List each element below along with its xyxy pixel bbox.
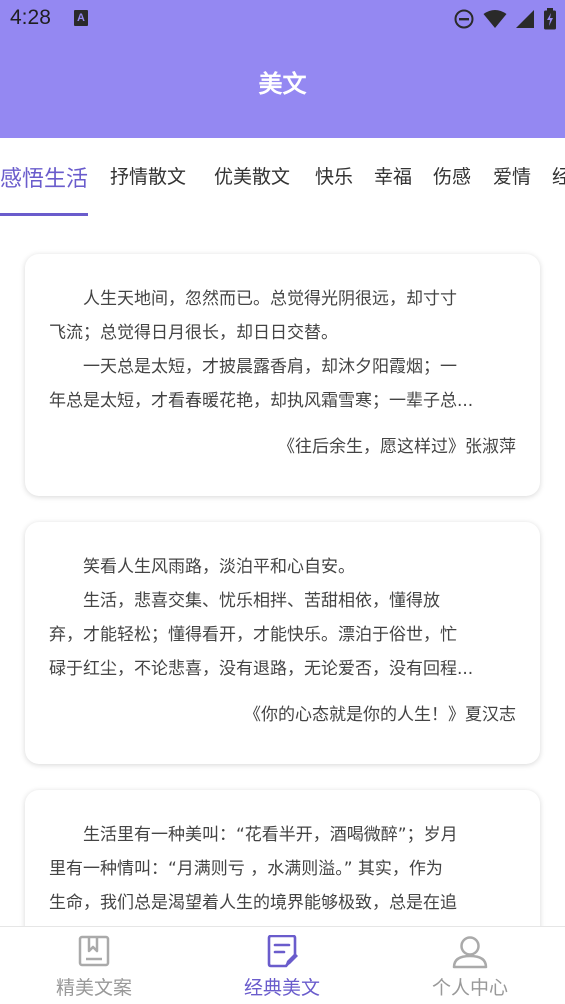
bottom-nav: 精美文案 经典美文 个人中心	[0, 926, 565, 1004]
status-time: 4:28	[10, 6, 51, 29]
bookmark-book-icon	[78, 935, 110, 967]
article-list[interactable]: 人生天地间，忽然而已。总觉得光阴很远，却寸寸 飞流；总觉得日月很长，却日日交替。…	[0, 218, 565, 926]
nav-item-jingmei-wenan[interactable]: 精美文案	[0, 927, 188, 1004]
card-text-line: 生活里有一种美叫：“花看半开，酒喝微醉”；岁月	[83, 825, 458, 845]
status-icons	[453, 6, 557, 32]
battery-charging-icon	[544, 8, 556, 30]
status-bar: 4:28 A	[0, 0, 565, 38]
cell-signal-icon	[516, 10, 534, 28]
wifi-icon	[483, 10, 507, 28]
page-title: 美文	[258, 70, 307, 98]
nav-item-jingdian-meiwen[interactable]: 经典美文	[188, 927, 376, 1004]
card-text-line: 生活，悲喜交集、忧乐相拌、苦甜相依，懂得放	[83, 591, 440, 611]
nav-item-geren-zhongxin[interactable]: 个人中心	[376, 927, 564, 1004]
article-edit-icon	[267, 935, 298, 968]
card-source: 《你的心态就是你的人生！》夏汉志	[244, 705, 516, 725]
card-text-line: 人生天地间，忽然而已。总觉得光阴很远，却寸寸	[83, 289, 457, 309]
app-header: 4:28 A 美文	[0, 0, 565, 138]
notification-a-icon: A	[74, 10, 88, 26]
tab-xingfu[interactable]: 幸福	[374, 162, 412, 189]
card-text-line: 飞流；总觉得日月很长，却日日交替。	[49, 323, 338, 343]
card-text-line: 一天总是太短，才披晨露香肩，却沐夕阳霞烟；一	[83, 357, 457, 377]
nav-label: 个人中心	[431, 977, 508, 999]
article-card[interactable]: 生活里有一种美叫：“花看半开，酒喝微醉”；岁月 里有一种情叫：“月满则亏 ，水满…	[25, 790, 540, 926]
card-source: 《往后余生，愿这样过》张淑萍	[278, 437, 516, 457]
article-card[interactable]: 笑看人生风雨路，淡泊平和心自安。 生活，悲喜交集、忧乐相拌、苦甜相依，懂得放 弃…	[25, 522, 540, 764]
card-text-line: 年总是太短，才看春暖花艳，却执风霜雪寒；一辈子总...	[49, 391, 474, 411]
tab-ganwu-shenghuo[interactable]: 感悟生活	[0, 161, 88, 193]
tab-shanggan[interactable]: 伤感	[433, 162, 471, 189]
card-text-line: 生命，我们总是渴望着人生的境界能够极致，总是在追	[49, 893, 457, 913]
tab-shuqing-sanwen[interactable]: 抒情散文	[110, 162, 186, 189]
card-text-line: 笑看人生风雨路，淡泊平和心自安。	[83, 557, 355, 577]
nav-label: 精美文案	[55, 977, 132, 999]
active-tab-indicator	[0, 213, 88, 216]
do-not-disturb-icon	[454, 9, 474, 29]
card-text-line: 碌于红尘，不论悲喜，没有退路，无论爱否，没有回程...	[49, 659, 474, 679]
tab-kuaile[interactable]: 快乐	[315, 162, 353, 189]
category-tabs[interactable]: 感悟生活 抒情散文 优美散文 快乐 幸福 伤感 爱情 经	[0, 138, 565, 218]
tab-aiqing[interactable]: 爱情	[493, 162, 531, 189]
person-icon	[452, 936, 488, 969]
card-text-line: 里有一种情叫：“月满则亏 ，水满则溢。” 其实，作为	[49, 859, 443, 879]
article-card[interactable]: 人生天地间，忽然而已。总觉得光阴很远，却寸寸 飞流；总觉得日月很长，却日日交替。…	[25, 254, 540, 496]
nav-label: 经典美文	[243, 977, 320, 999]
tab-youmei-sanwen[interactable]: 优美散文	[214, 162, 290, 189]
tab-jing[interactable]: 经	[552, 162, 565, 189]
card-text-line: 弃，才能轻松；懂得看开，才能快乐。漂泊于俗世，忙	[49, 625, 457, 645]
